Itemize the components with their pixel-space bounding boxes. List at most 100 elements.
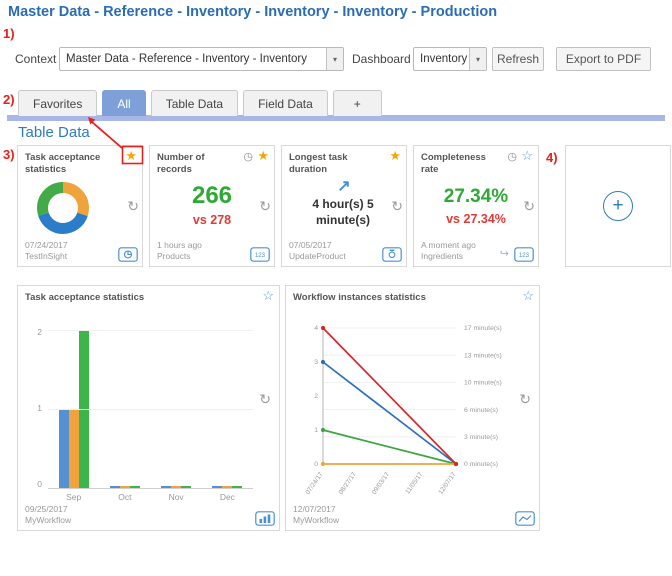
bar-green-nov bbox=[181, 486, 191, 488]
card-title: Task acceptance statistics bbox=[25, 292, 244, 304]
page-title: Master Data - Reference - Inventory - In… bbox=[8, 4, 497, 20]
bar-group-sep bbox=[59, 331, 89, 488]
toolbar: Context Master Data - Reference - Invent… bbox=[0, 46, 672, 72]
svg-text:123: 123 bbox=[519, 253, 530, 259]
context-dropdown[interactable]: Master Data - Reference - Inventory - In… bbox=[59, 47, 344, 71]
kpi-vs-value: vs 278 bbox=[150, 213, 274, 227]
bar-orange-nov bbox=[171, 486, 181, 488]
card-date: 09/25/2017 bbox=[25, 504, 68, 514]
card-source: TestInSight bbox=[25, 251, 67, 261]
refresh-icon[interactable]: ↻ bbox=[127, 198, 139, 215]
annotation-2: 2) bbox=[3, 92, 15, 107]
card-title: Completeness rate bbox=[421, 152, 503, 176]
add-widget-button[interactable]: + bbox=[603, 191, 633, 221]
annotation-4: 4) bbox=[546, 150, 558, 165]
card-date: 07/05/2017 bbox=[289, 240, 332, 250]
trend-up-icon: ↗ bbox=[282, 176, 406, 196]
kpi-value: 4 hour(s) 5 minute(s) bbox=[294, 196, 392, 228]
bar-plot bbox=[48, 331, 253, 489]
refresh-icon[interactable]: ↻ bbox=[523, 198, 535, 215]
tab-table-data[interactable]: Table Data bbox=[151, 90, 238, 116]
tab-field-data[interactable]: Field Data bbox=[243, 90, 328, 116]
card-workflow-instances-line: Workflow instances statistics ☆ 17 minut… bbox=[285, 285, 540, 531]
refresh-icon[interactable]: ↻ bbox=[391, 198, 403, 215]
line-chart-svg: 17 minute(s)13 minute(s)10 minute(s)6 mi… bbox=[301, 316, 536, 506]
card-source: Ingredients bbox=[421, 251, 463, 261]
card-task-acceptance-donut: Task acceptance statistics ★ ↻ 07/24/201… bbox=[17, 145, 143, 267]
card-title: Workflow instances statistics bbox=[293, 292, 504, 304]
bar-y-label: 0 bbox=[37, 479, 42, 489]
favorite-star-icon[interactable]: ★ bbox=[389, 149, 401, 162]
bar-x-label: Oct bbox=[110, 492, 140, 502]
line-chart-icon[interactable] bbox=[515, 511, 535, 526]
svg-text:10 minute(s): 10 minute(s) bbox=[464, 380, 502, 387]
bar-group-nov bbox=[161, 331, 191, 488]
card-date: 07/24/2017 bbox=[25, 240, 68, 250]
card-longest-task-duration: Longest task duration ★ ↗ 4 hour(s) 5 mi… bbox=[281, 145, 407, 267]
bar-gridline bbox=[48, 409, 253, 410]
svg-text:07/24/17: 07/24/17 bbox=[304, 471, 324, 496]
bar-chart-icon[interactable] bbox=[255, 511, 275, 526]
card-source: MyWorkflow bbox=[293, 515, 339, 525]
bar-y-label: 1 bbox=[37, 403, 42, 413]
bar-group-oct bbox=[110, 331, 140, 488]
tab-all[interactable]: All bbox=[102, 90, 145, 116]
bar-x-label: Dec bbox=[212, 492, 242, 502]
bar-orange-oct bbox=[120, 486, 130, 488]
svg-text:123: 123 bbox=[255, 253, 266, 259]
favorite-star-icon[interactable]: ☆ bbox=[521, 149, 533, 162]
refresh-icon[interactable]: ↻ bbox=[259, 198, 271, 215]
section-title: Table Data bbox=[18, 124, 90, 141]
card-source: Products bbox=[157, 251, 191, 261]
favorite-star-icon[interactable]: ☆ bbox=[262, 289, 274, 302]
number-widget-icon[interactable]: 123 bbox=[514, 247, 534, 262]
favorite-star-icon[interactable]: ☆ bbox=[522, 289, 534, 302]
card-time: 1 hours ago bbox=[157, 240, 202, 250]
tab-favorites[interactable]: Favorites bbox=[18, 90, 97, 116]
camera-icon[interactable] bbox=[382, 247, 402, 262]
annotation-3: 3) bbox=[3, 147, 15, 162]
annotation-1: 1) bbox=[3, 26, 15, 41]
card-task-acceptance-bar: Task acceptance statistics ☆ 210 SepOctN… bbox=[17, 285, 280, 531]
history-icon[interactable]: ◷ bbox=[507, 150, 517, 163]
context-label: Context bbox=[15, 52, 56, 66]
history-icon[interactable]: ◷ bbox=[243, 150, 253, 163]
svg-text:4: 4 bbox=[314, 325, 318, 332]
card-time: A moment ago bbox=[421, 240, 476, 250]
kpi-vs-value: vs 27.34% bbox=[414, 212, 538, 226]
export-pdf-button[interactable]: Export to PDF bbox=[556, 47, 651, 71]
svg-text:2: 2 bbox=[314, 393, 318, 400]
donut-chart bbox=[37, 182, 89, 234]
favorite-star-icon[interactable]: ★ bbox=[125, 149, 137, 162]
svg-text:0 minute(s): 0 minute(s) bbox=[464, 461, 498, 468]
bar-xlabels: Sep Oct Nov Dec bbox=[48, 492, 253, 502]
bar-blue-nov bbox=[161, 486, 171, 488]
bar-x-label: Sep bbox=[59, 492, 89, 502]
number-widget-icon[interactable]: 123 bbox=[250, 247, 270, 262]
refresh-icon[interactable]: ↻ bbox=[519, 391, 531, 408]
dashboard-dropdown[interactable]: Inventory ▾ bbox=[413, 47, 487, 71]
kpi-value: 266 bbox=[150, 182, 274, 210]
chevron-down-icon: ▾ bbox=[469, 48, 486, 70]
bar-gridline bbox=[48, 330, 253, 331]
bar-green-oct bbox=[130, 486, 140, 488]
svg-text:17 minute(s): 17 minute(s) bbox=[464, 325, 502, 332]
bar-x-label: Nov bbox=[161, 492, 191, 502]
svg-text:3: 3 bbox=[314, 359, 318, 366]
share-icon[interactable]: ↪ bbox=[500, 247, 509, 260]
bar-blue-sep bbox=[59, 410, 69, 489]
svg-text:09/03/17: 09/03/17 bbox=[371, 471, 391, 496]
svg-text:0: 0 bbox=[314, 461, 318, 468]
tab-add[interactable]: + bbox=[333, 90, 382, 116]
svg-text:1: 1 bbox=[314, 427, 318, 434]
pie-widget-icon[interactable] bbox=[118, 247, 138, 262]
bar-green-sep bbox=[79, 331, 89, 488]
refresh-icon[interactable]: ↻ bbox=[259, 391, 271, 408]
refresh-button[interactable]: Refresh bbox=[492, 47, 544, 71]
bar-group-dec bbox=[212, 331, 242, 488]
favorite-star-icon[interactable]: ★ bbox=[257, 149, 269, 162]
context-dropdown-value: Master Data - Reference - Inventory - In… bbox=[60, 53, 326, 65]
card-source: MyWorkflow bbox=[25, 515, 71, 525]
svg-text:08/27/17: 08/27/17 bbox=[338, 471, 358, 496]
bar-orange-sep bbox=[69, 410, 79, 489]
